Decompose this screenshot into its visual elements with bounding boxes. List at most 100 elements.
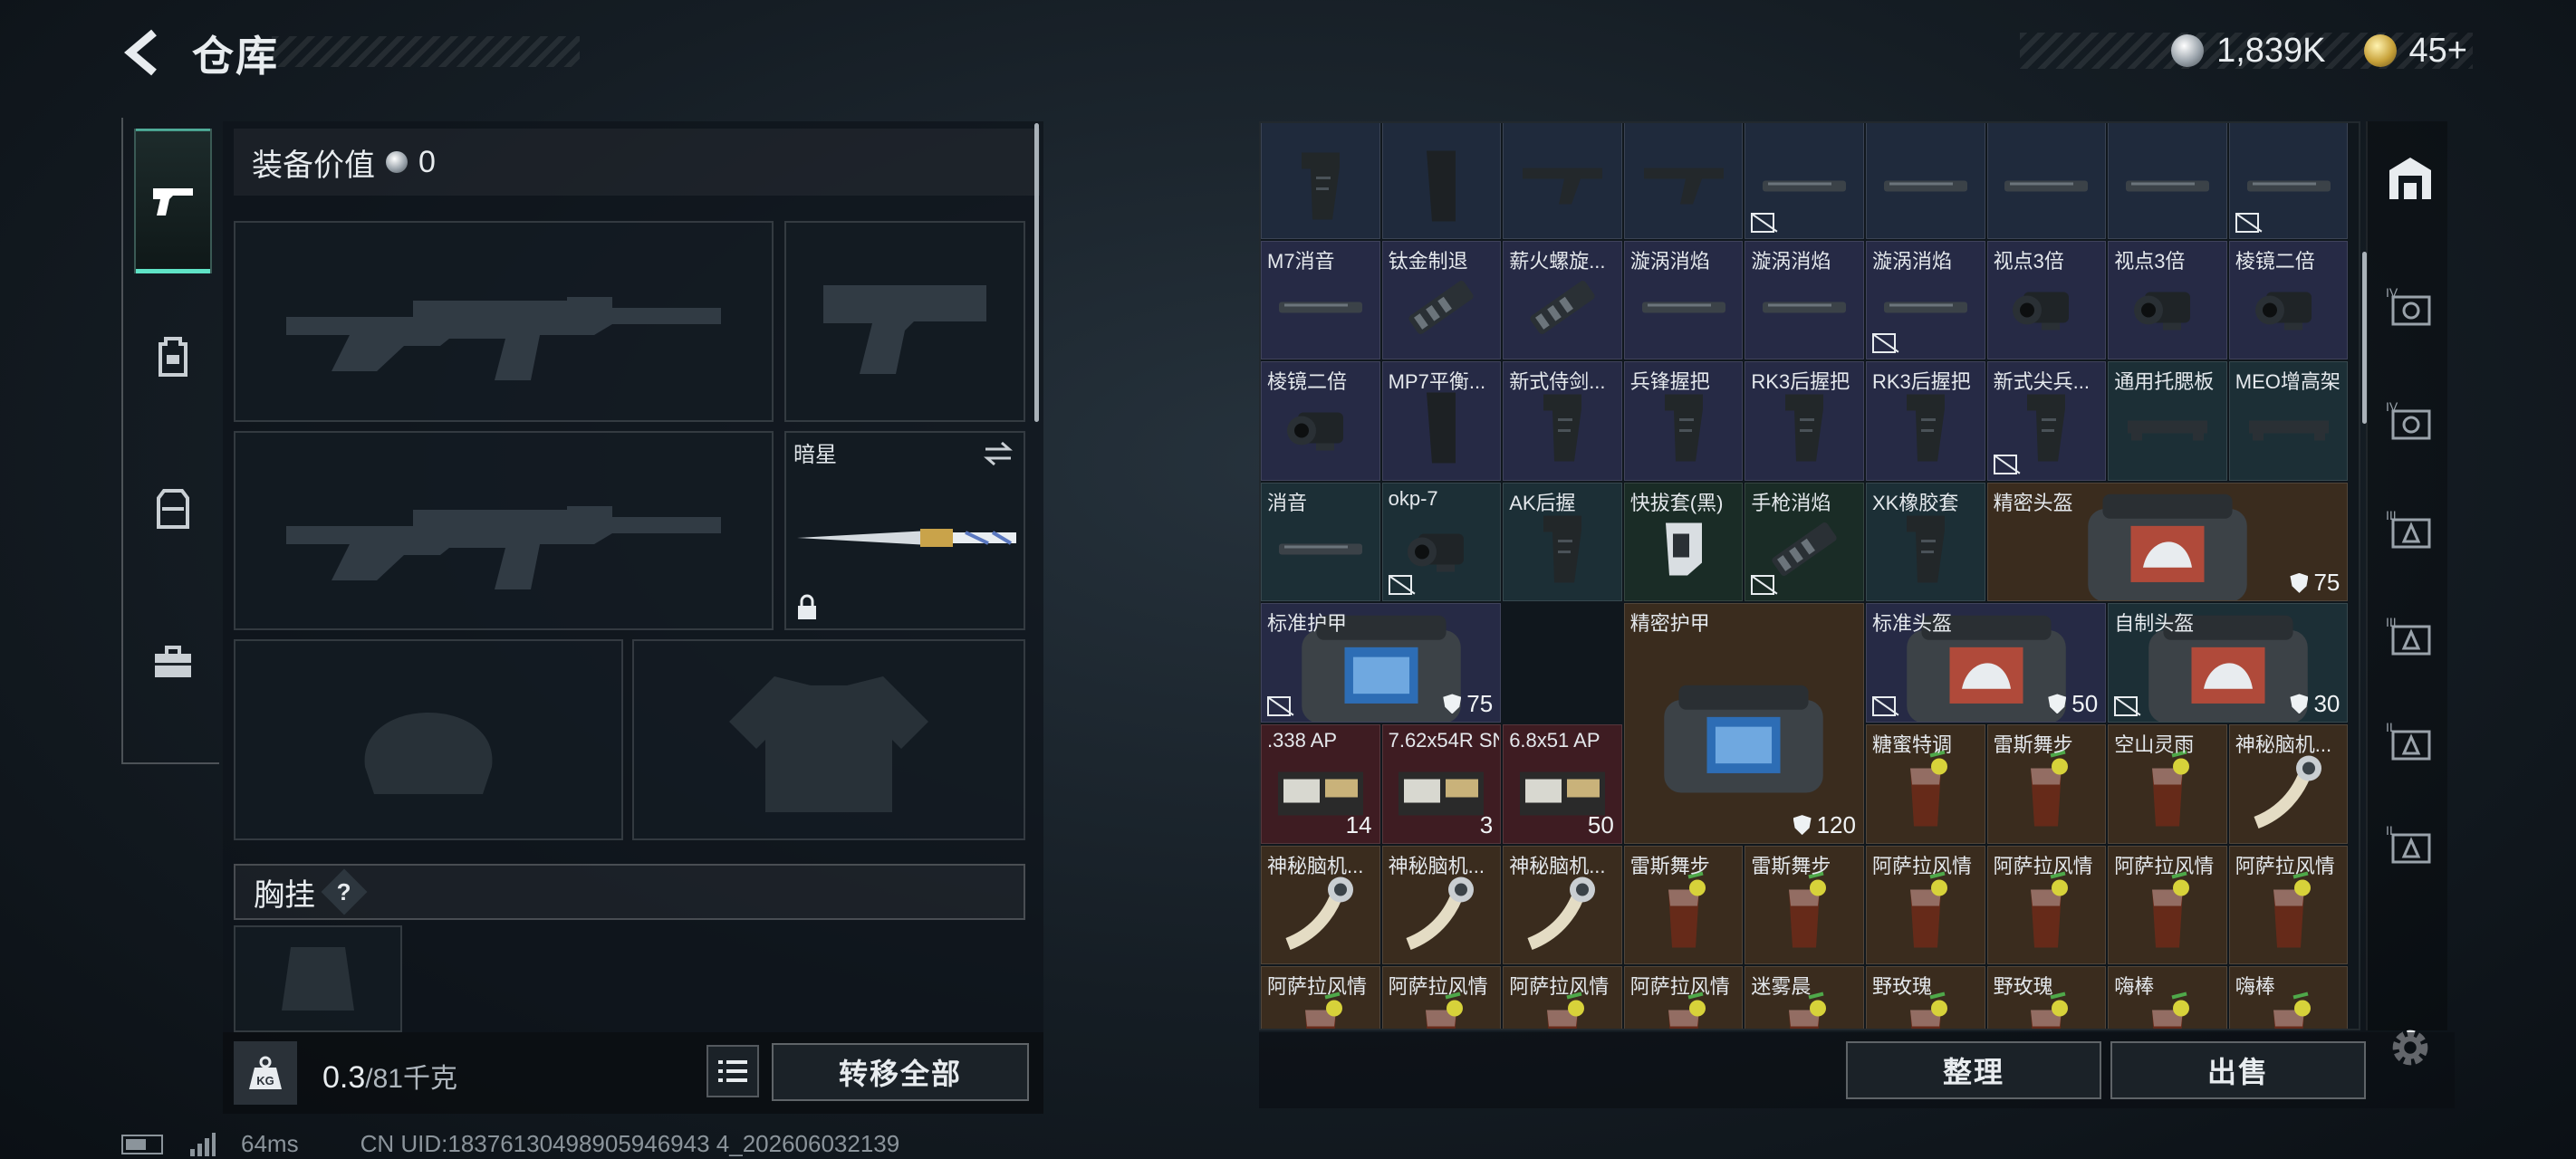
item-cell[interactable]: 空山灵雨 — [2108, 724, 2227, 844]
item-cell[interactable]: RK3后握把 — [1866, 361, 1985, 481]
nav-vest[interactable] — [134, 436, 212, 581]
item-cell[interactable]: 阿萨拉风情 — [2108, 845, 2227, 965]
item-cell[interactable]: 神秘脑机... — [1381, 845, 1502, 965]
primary-weapon-slot[interactable] — [234, 221, 774, 422]
item-cell[interactable] — [1745, 123, 1864, 239]
secondary-weapon-slot[interactable] — [234, 431, 774, 630]
item-cell[interactable]: 阿萨拉风情 — [1503, 966, 1622, 1029]
case-iv-icon[interactable]: IV — [2384, 395, 2437, 447]
item-cell[interactable]: 迷雾晨 — [1745, 966, 1864, 1029]
item-cell[interactable]: 阿萨拉风情 — [1866, 845, 1985, 965]
item-cell[interactable]: 自制头盔 30 — [2108, 603, 2349, 723]
item-cell[interactable]: 视点3倍 — [1986, 240, 2107, 360]
item-cell[interactable]: XK橡胶套 — [1866, 482, 1985, 602]
gold-amount[interactable]: 45+ — [2409, 32, 2467, 71]
list-view-button[interactable] — [706, 1045, 759, 1097]
item-cell[interactable]: 阿萨拉风情 — [1261, 966, 1380, 1029]
item-cell[interactable]: 雷斯舞步 — [1745, 845, 1864, 965]
item-name: 棱镜二倍 — [1267, 370, 1348, 394]
item-cell[interactable]: 精密头盔 75 — [1986, 482, 2349, 602]
helmet-silhouette-icon — [364, 713, 493, 794]
swap-icon[interactable] — [982, 440, 1014, 467]
item-cell[interactable] — [1503, 123, 1622, 239]
item-cell[interactable]: 阿萨拉风情 — [1986, 845, 2107, 965]
armor-icon — [1664, 685, 1824, 795]
item-cell[interactable]: 棱镜二倍 — [2228, 240, 2349, 360]
item-cell[interactable]: 新式尖兵... — [1986, 361, 2107, 481]
item-cell[interactable] — [1986, 123, 2107, 239]
case-iv-icon[interactable]: IV — [2384, 281, 2437, 333]
item-cell[interactable]: 雷斯舞步 — [1986, 724, 2107, 844]
item-cell[interactable]: 快拔套(黑) — [1623, 482, 1744, 602]
back-arrow-icon[interactable] — [118, 25, 172, 80]
item-cell[interactable]: 糖蜜特调 — [1866, 724, 1985, 844]
page-title: 仓库 — [192, 33, 279, 80]
item-cell[interactable]: 神秘脑机... — [2228, 724, 2349, 844]
item-cell[interactable]: 消音 — [1261, 482, 1380, 602]
item-cell[interactable]: AK后握 — [1503, 482, 1622, 602]
item-cell[interactable]: 新式侍剑... — [1503, 361, 1622, 481]
item-cell[interactable]: 通用托腮板 — [2108, 361, 2227, 481]
item-cell[interactable]: 标准头盔 50 — [1866, 603, 2107, 723]
item-cell[interactable]: 钛金制退 — [1381, 240, 1502, 360]
item-cell[interactable] — [1623, 123, 1744, 239]
organize-button[interactable]: 整理 — [1846, 1041, 2101, 1099]
item-cell[interactable]: 嗨棒 — [2108, 966, 2227, 1029]
item-cell[interactable]: RK3后握把 — [1745, 361, 1864, 481]
item-cell[interactable]: M7消音 — [1261, 240, 1380, 360]
nav-weapons[interactable] — [134, 129, 212, 273]
case-iii-icon[interactable]: III — [2384, 610, 2437, 663]
case-ii-icon[interactable]: II — [2384, 715, 2437, 768]
melee-slot[interactable]: 暗星 — [784, 431, 1025, 630]
case-ii-icon[interactable]: II — [2384, 819, 2437, 871]
item-cell[interactable]: 野玫瑰 — [1986, 966, 2107, 1029]
item-cell[interactable]: 精密护甲 120 — [1623, 603, 1864, 844]
equipment-value-label: 装备价值 — [252, 148, 375, 183]
item-cell[interactable]: 雷斯舞步 — [1623, 845, 1744, 965]
item-cell[interactable]: 阿萨拉风情 — [2228, 845, 2349, 965]
equipment-scrollbar[interactable] — [1034, 123, 1039, 422]
transfer-all-button[interactable]: 转移全部 — [772, 1043, 1029, 1101]
item-cell[interactable]: okp-7 — [1381, 482, 1502, 602]
item-cell[interactable]: 手枪消焰 — [1745, 482, 1864, 602]
item-cell[interactable]: 视点3倍 — [2108, 240, 2227, 360]
item-cell[interactable] — [2108, 123, 2227, 239]
item-cell[interactable]: 标准护甲 75 — [1261, 603, 1502, 723]
case-iii-icon[interactable]: III — [2384, 503, 2437, 556]
item-cell[interactable]: 神秘脑机... — [1261, 845, 1380, 965]
item-cell[interactable]: 神秘脑机... — [1503, 845, 1622, 965]
item-cell[interactable]: 薪火螺旋... — [1503, 240, 1622, 360]
item-cell[interactable]: .338 AP 14 — [1261, 724, 1380, 844]
item-cell[interactable]: 7.62x54R SNB 3 — [1381, 724, 1502, 844]
item-cell[interactable]: 嗨棒 — [2228, 966, 2349, 1029]
nav-toolbox[interactable] — [134, 590, 212, 735]
grip-icon — [1773, 388, 1836, 474]
nav-backpack[interactable] — [134, 284, 212, 429]
help-icon[interactable]: ? — [321, 868, 368, 915]
item-cell[interactable]: 阿萨拉风情 — [1381, 966, 1502, 1029]
item-cell[interactable]: MEO增高架 — [2228, 361, 2349, 481]
muzzle-brake-icon — [1522, 271, 1603, 348]
storage-grid[interactable]: M7消音 钛金制退 薪火螺旋... 漩涡消焰 漩涡消焰 漩涡消焰 视点3倍 视点3倍 棱镜二倍棱… — [1259, 121, 2360, 1030]
item-cell[interactable]: 棱镜二倍 — [1261, 361, 1380, 481]
item-cell[interactable]: 野玫瑰 — [1866, 966, 1985, 1029]
item-cell[interactable] — [1261, 123, 1380, 239]
item-cell[interactable]: 漩涡消焰 — [1745, 240, 1864, 360]
grid-scrollbar[interactable] — [2362, 252, 2367, 424]
chest-rig-slot[interactable] — [234, 925, 402, 1032]
armor-slot[interactable] — [632, 639, 1025, 840]
item-cell[interactable] — [1381, 123, 1502, 239]
sidearm-slot[interactable] — [784, 221, 1025, 422]
item-cell[interactable]: 兵锋握把 — [1623, 361, 1744, 481]
helmet-slot[interactable] — [234, 639, 623, 840]
item-name: 新式尖兵... — [1993, 370, 2090, 394]
item-cell[interactable]: 漩涡消焰 — [1623, 240, 1744, 360]
item-cell[interactable]: MP7平衡... — [1381, 361, 1502, 481]
sell-button[interactable]: 出售 — [2110, 1041, 2366, 1099]
storage-home-icon[interactable] — [2384, 152, 2437, 205]
item-cell[interactable] — [2228, 123, 2349, 239]
item-cell[interactable]: 阿萨拉风情 — [1623, 966, 1744, 1029]
item-cell[interactable] — [1866, 123, 1985, 239]
item-cell[interactable]: 6.8x51 AP 50 — [1503, 724, 1622, 844]
item-cell[interactable]: 漩涡消焰 — [1866, 240, 1985, 360]
